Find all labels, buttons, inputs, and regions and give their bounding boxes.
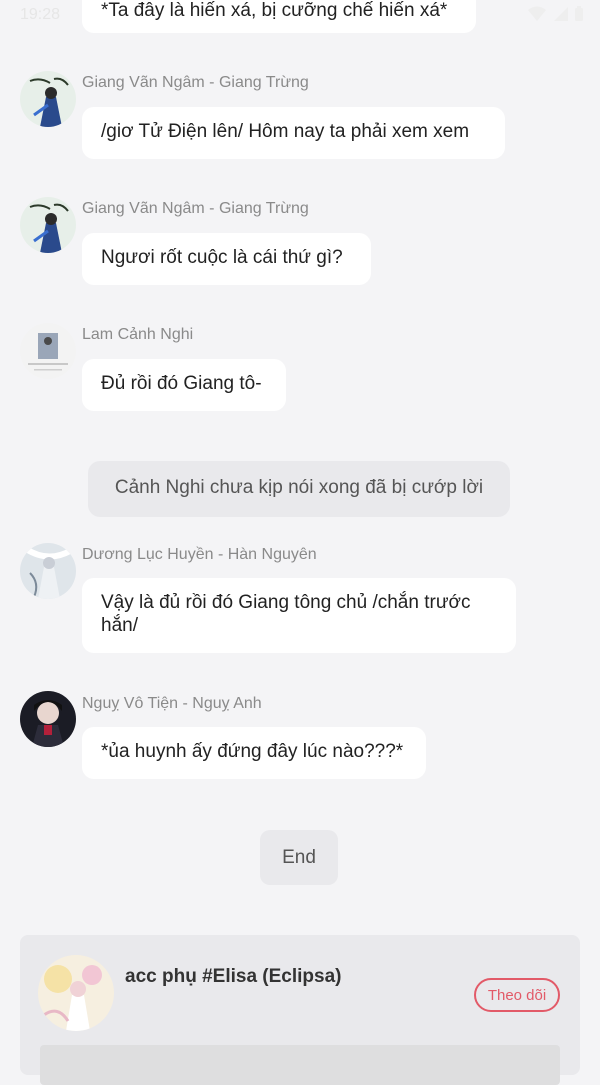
narration-box: Cảnh Nghi chưa kịp nói xong đã bị cướp l… bbox=[88, 461, 510, 517]
speaker-name: Lam Cảnh Nghi bbox=[82, 326, 194, 343]
message-text: *ủa huynh ấy đứng đây lúc nào???* bbox=[101, 741, 404, 762]
follow-button[interactable]: Theo dõi bbox=[474, 978, 560, 1012]
message-text: /giơ Tử Điện lên/ Hôm nay ta phải xem xe… bbox=[101, 121, 470, 142]
avatar-giang-trung[interactable] bbox=[20, 197, 76, 253]
message-text: Ngươi rốt cuộc là cái thứ gì? bbox=[101, 247, 343, 268]
message-bubble: Vậy là đủ rồi đó Giang tông chủ /chắn tr… bbox=[82, 578, 516, 653]
message-text: *Ta đây là hiến xá, bị cưỡng chế hiến xá… bbox=[101, 0, 448, 21]
author-card: acc phụ #Elisa (Eclipsa) Theo dõi bbox=[20, 935, 580, 1085]
author-bio-box bbox=[40, 1045, 560, 1085]
wifi-icon bbox=[528, 6, 546, 21]
message-text-line: hắn/ bbox=[101, 615, 138, 636]
avatar-giang-trung[interactable] bbox=[20, 71, 76, 127]
author-name: acc phụ #Elisa (Eclipsa) bbox=[125, 966, 342, 987]
narration-text: Cảnh Nghi chưa kịp nói xong đã bị cướp l… bbox=[114, 477, 484, 498]
message-bubble: /giơ Tử Điện lên/ Hôm nay ta phải xem xe… bbox=[82, 107, 505, 159]
avatar-lam-canh-nghi[interactable] bbox=[20, 323, 76, 379]
message-bubble: *ủa huynh ấy đứng đây lúc nào???* bbox=[82, 727, 426, 779]
message-bubble: Ngươi rốt cuộc là cái thứ gì? bbox=[82, 233, 371, 285]
speaker-name: Giang Vãn Ngâm - Giang Trừng bbox=[82, 200, 309, 217]
message-text: Đủ rồi đó Giang tô- bbox=[101, 373, 262, 394]
avatar-nguy-anh[interactable] bbox=[20, 691, 76, 747]
speaker-name: Nguỵ Vô Tiện - Nguỵ Anh bbox=[82, 695, 262, 712]
status-time: 19:28 bbox=[20, 6, 61, 23]
battery-icon bbox=[575, 6, 583, 21]
end-label: End bbox=[260, 830, 338, 885]
avatar-han-nguyen[interactable] bbox=[20, 543, 76, 599]
message-bubble: Đủ rồi đó Giang tô- bbox=[82, 359, 286, 411]
message-text-line: Vậy là đủ rồi đó Giang tông chủ /chắn tr… bbox=[101, 592, 471, 613]
speaker-name: Giang Vãn Ngâm - Giang Trừng bbox=[82, 74, 309, 91]
speaker-name: Dương Lục Huyền - Hàn Nguyên bbox=[82, 546, 317, 563]
message-bubble: *Ta đây là hiến xá, bị cưỡng chế hiến xá… bbox=[82, 0, 476, 33]
signal-icon bbox=[554, 7, 568, 21]
status-icons bbox=[528, 6, 584, 22]
author-avatar[interactable] bbox=[38, 955, 114, 1031]
